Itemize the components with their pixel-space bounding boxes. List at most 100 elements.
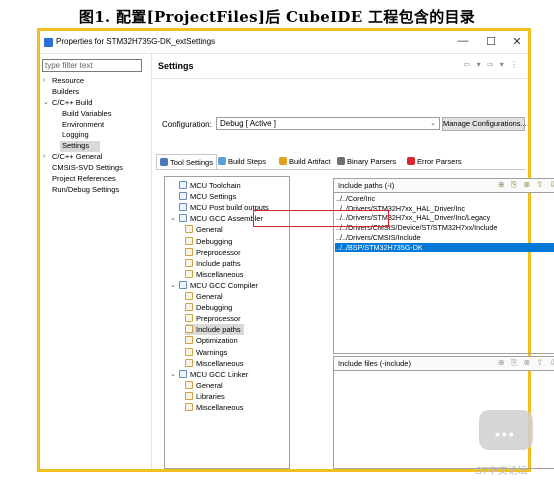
nav-item[interactable]: Settings: [60, 141, 100, 153]
tool-tree-item[interactable]: MCU Settings: [179, 191, 236, 202]
tool-tree-label: MCU GCC Linker: [190, 369, 249, 379]
nav-item-label: Builders: [52, 86, 80, 96]
settings-page-icon: [185, 303, 193, 312]
tool-tree-item[interactable]: Libraries: [185, 391, 225, 402]
nav-item-label: Project References: [52, 174, 116, 184]
tool-tree-item[interactable]: General: [185, 380, 223, 391]
filter-input[interactable]: type filter text: [42, 59, 142, 72]
window-title: Properties for STM32H735G-DK_extSettings: [56, 37, 216, 46]
tool-tree-item[interactable]: Debugging: [185, 236, 232, 247]
include-files-title: Include files (-include): [338, 359, 411, 368]
tool-tree-item[interactable]: ⌄ MCU GCC Assembler: [170, 213, 263, 224]
include-files-toolbar-icons[interactable]: ⊕ ⎘ ⊗ ⇧ ⇩: [498, 358, 554, 368]
settings-page-icon: [185, 292, 193, 300]
tool-tree-item[interactable]: Include paths: [185, 324, 244, 336]
tab-build-steps[interactable]: Build Steps: [218, 154, 266, 169]
tool-tree-item[interactable]: Optimization: [185, 335, 238, 346]
chevron-down-icon[interactable]: ⌄: [170, 369, 176, 380]
nav-item[interactable]: Environment: [40, 120, 150, 131]
nav-item[interactable]: ⌄ C/C++ Build: [40, 98, 150, 109]
tool-tree-item[interactable]: General: [185, 224, 223, 235]
include-paths-header: Include paths (-I) ⊕ ⎘ ⊗ ⇧ ⇩: [334, 179, 554, 193]
tab-icon: [218, 157, 226, 165]
include-paths-toolbar-icons[interactable]: ⊕ ⎘ ⊗ ⇧ ⇩: [498, 180, 554, 190]
settings-page-icon: [185, 258, 193, 267]
include-path-item[interactable]: ../../Core/Inc: [336, 194, 375, 204]
configuration-label: Configuration:: [162, 120, 212, 129]
tool-tree-item[interactable]: Preprocessor: [185, 313, 241, 324]
tool-tree-item[interactable]: Miscellaneous: [185, 402, 244, 413]
nav-item-label: Logging: [62, 130, 89, 140]
tab-icon: [337, 157, 345, 165]
tool-tree-item[interactable]: ⌄ MCU GCC Compiler: [170, 280, 258, 291]
nav-item[interactable]: › C/C++ General: [40, 152, 150, 163]
tool-tree-item[interactable]: Warnings: [185, 347, 227, 358]
settings-page-icon: [185, 391, 193, 400]
nav-item[interactable]: Run/Debug Settings: [40, 185, 150, 196]
settings-page-icon: [185, 347, 193, 356]
title-bar: Properties for STM32H735G-DK_extSettings…: [40, 31, 528, 54]
nav-item[interactable]: Builders: [40, 87, 150, 98]
include-paths-title: Include paths (-I): [338, 181, 395, 190]
tool-tree-label: Debugging: [196, 303, 233, 313]
settings-header: Settings ⇦ ▾ ⇨ ▾ ⋮: [152, 54, 528, 79]
configuration-select[interactable]: Debug [ Active ] ⌄: [216, 117, 440, 130]
tool-tree-item[interactable]: Miscellaneous: [185, 358, 244, 369]
tool-tree-item[interactable]: Miscellaneous: [185, 269, 244, 280]
settings-tabs: Tool Settings Build Steps Build Artifact Bi…: [156, 154, 526, 170]
tool-tree-label: Miscellaneous: [196, 358, 244, 368]
chevron-right-icon[interactable]: ›: [43, 152, 45, 163]
tool-icon: [179, 280, 187, 289]
chevron-down-icon[interactable]: ⌄: [170, 280, 176, 291]
tool-tree-item[interactable]: General: [185, 291, 223, 302]
tool-tree-item[interactable]: Preprocessor: [185, 247, 241, 258]
nav-item[interactable]: Build Variables: [40, 109, 150, 120]
tab-binary-parsers[interactable]: Binary Parsers: [337, 154, 396, 169]
nav-item[interactable]: Project References: [40, 174, 150, 185]
tool-icon: [179, 181, 187, 189]
nav-item[interactable]: › Resource: [40, 76, 150, 87]
close-button[interactable]: ✕: [510, 35, 524, 48]
nav-item-label: C/C++ General: [52, 152, 103, 162]
chevron-right-icon[interactable]: ›: [43, 76, 45, 87]
tool-icon: [179, 192, 187, 201]
nav-tree: › Resource Builders ⌄ C/C++ Build Build Varia…: [40, 76, 150, 196]
chevron-down-icon[interactable]: ⌄: [170, 213, 176, 224]
tool-icon: [179, 369, 187, 378]
tab-error-parsers[interactable]: Error Parsers: [407, 154, 462, 169]
tool-tree-label: Preprocessor: [196, 314, 241, 324]
tab-label: Error Parsers: [417, 157, 462, 166]
tab-build-artifact[interactable]: Build Artifact: [279, 154, 331, 169]
history-nav-icons[interactable]: ⇦ ▾ ⇨ ▾ ⋮: [464, 60, 520, 69]
tool-tree-item[interactable]: MCU Toolchain: [179, 180, 241, 191]
nav-item-label: Resource: [52, 76, 85, 85]
settings-page-icon: [185, 225, 193, 234]
chevron-down-icon: ⌄: [430, 120, 436, 127]
tool-tree-label: MCU Settings: [190, 192, 237, 202]
include-path-item[interactable]: ../../BSP/STM32H735G-DK: [335, 242, 554, 253]
nav-item-label: Run/Debug Settings: [52, 184, 120, 194]
nav-item[interactable]: Logging: [40, 130, 150, 141]
tool-tree-label: Include paths: [196, 258, 241, 268]
tool-tree-item[interactable]: Include paths: [185, 258, 241, 269]
tool-tree-label: Preprocessor: [196, 247, 241, 257]
maximize-button[interactable]: ☐: [484, 35, 498, 48]
tab-tool-settings[interactable]: Tool Settings: [156, 154, 217, 169]
watermark: ••• ST中文论坛: [473, 410, 545, 477]
tool-tree-item[interactable]: Debugging: [185, 302, 232, 313]
manage-configurations-button[interactable]: Manage Configurations...: [442, 117, 527, 131]
tab-label: Binary Parsers: [347, 157, 397, 166]
tab-label: Build Steps: [228, 157, 266, 166]
include-path-item[interactable]: ../../Drivers/CMSIS/Include: [336, 233, 421, 243]
nav-item[interactable]: CMSIS-SVD Settings: [40, 163, 150, 174]
nav-item-label: Environment: [62, 119, 105, 129]
minimize-button[interactable]: —: [456, 35, 470, 47]
highlight-frame: Properties for STM32H735G-DK_extSettings…: [37, 28, 554, 472]
tool-tree-item[interactable]: ⌄ MCU GCC Linker: [170, 369, 249, 380]
tool-icon: [179, 214, 187, 223]
figure-caption: 图1. 配置[ProjectFiles]后 CubeIDE 工程包含的目录: [78, 8, 476, 26]
chevron-down-icon[interactable]: ⌄: [43, 98, 49, 109]
settings-page-icon: [185, 403, 193, 411]
tool-tree-label: General: [196, 225, 223, 235]
watermark-dots: •••: [495, 426, 516, 442]
